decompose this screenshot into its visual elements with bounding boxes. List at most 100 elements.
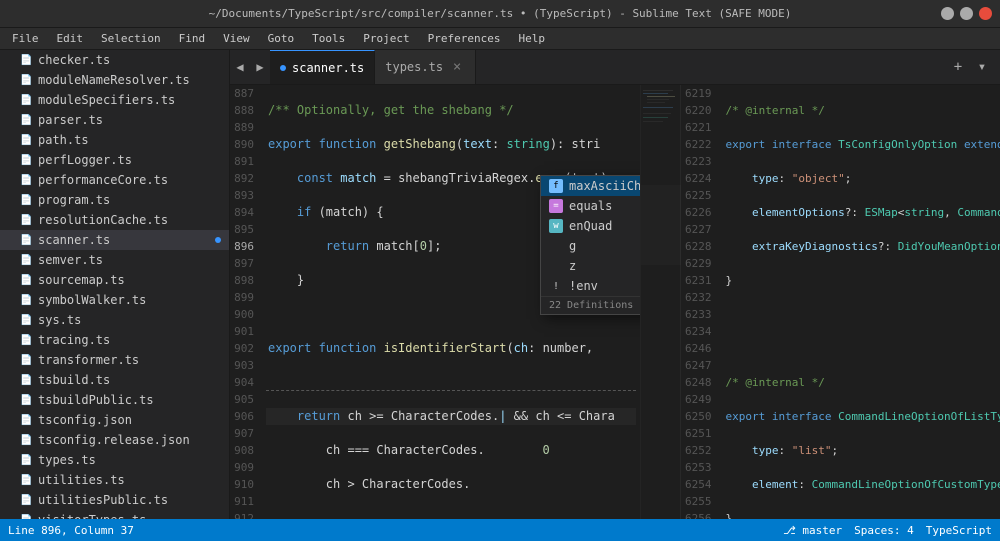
tab-scanner[interactable]: scanner.ts: [270, 50, 375, 85]
sidebar-item-semver[interactable]: 📄 semver.ts: [0, 250, 229, 270]
file-sidebar: 📄 checker.ts 📄 moduleNameResolver.ts 📄 m…: [0, 50, 230, 519]
file-icon: 📄: [20, 395, 34, 406]
file-icon: 📄: [20, 255, 34, 266]
autocomplete-icon-eq: =: [549, 199, 563, 213]
status-language[interactable]: TypeScript: [926, 524, 992, 537]
sidebar-item-sourcemap[interactable]: 📄 sourcemap.ts: [0, 270, 229, 290]
sidebar-item-tsconfig[interactable]: 📄 tsconfig.json: [0, 410, 229, 430]
autocomplete-icon-fn: f: [549, 179, 563, 193]
file-icon: 📄: [20, 175, 34, 186]
sidebar-item-parser[interactable]: 📄 parser.ts: [0, 110, 229, 130]
autocomplete-item-env[interactable]: ! !env #!/usr/bin/env: [541, 276, 640, 296]
sidebar-item-sys[interactable]: 📄 sys.ts: [0, 310, 229, 330]
autocomplete-item-z[interactable]: z: [541, 256, 640, 276]
tab-types[interactable]: types.ts ×: [375, 50, 476, 85]
file-icon: 📄: [20, 335, 34, 346]
autocomplete-icon-shebang: !: [549, 279, 563, 293]
sidebar-item-perflogger[interactable]: 📄 perfLogger.ts: [0, 150, 229, 170]
menu-bar: File Edit Selection Find View Goto Tools…: [0, 28, 1000, 50]
autocomplete-item-equals[interactable]: = equals: [541, 196, 640, 216]
autocomplete-footer: 22 Definitions: [541, 296, 640, 314]
file-icon: 📄: [20, 495, 34, 506]
tab-modified-indicator: [280, 65, 286, 71]
status-cursor-position[interactable]: Line 896, Column 37: [8, 524, 134, 537]
sidebar-item-transformer[interactable]: 📄 transformer.ts: [0, 350, 229, 370]
sidebar-item-program[interactable]: 📄 program.ts: [0, 190, 229, 210]
title-bar: ~/Documents/TypeScript/src/compiler/scan…: [0, 0, 1000, 28]
right-editor-pane: 6219 6220 6221 6222 6223 6224 6225 6226 …: [680, 85, 1000, 519]
autocomplete-item-enquad[interactable]: w enQuad: [541, 216, 640, 236]
status-branch[interactable]: ⎇ master: [783, 524, 842, 537]
line-numbers-right: 6219 6220 6221 6222 6223 6224 6225 6226 …: [681, 85, 720, 519]
file-icon: 📄: [20, 75, 34, 86]
file-icon: 📄: [20, 455, 34, 466]
file-icon: 📄: [20, 375, 34, 386]
sidebar-item-tsbuildpublic[interactable]: 📄 tsbuildPublic.ts: [0, 390, 229, 410]
maximize-button[interactable]: [960, 7, 973, 20]
menu-project[interactable]: Project: [355, 30, 417, 47]
tab-nav-left[interactable]: ◀: [230, 50, 250, 85]
menu-preferences[interactable]: Preferences: [420, 30, 509, 47]
autocomplete-icon-letter: [549, 239, 563, 253]
code-area-right[interactable]: 6219 6220 6221 6222 6223 6224 6225 6226 …: [681, 85, 1000, 519]
line-numbers-left: 887 888 889 890 891 892 893 894 895 896 …: [230, 85, 262, 519]
file-icon: 📄: [20, 95, 34, 106]
sidebar-item-types[interactable]: 📄 types.ts: [0, 450, 229, 470]
status-left: Line 896, Column 37: [8, 524, 134, 537]
file-icon: 📄: [20, 135, 34, 146]
menu-find[interactable]: Find: [171, 30, 214, 47]
menu-goto[interactable]: Goto: [260, 30, 303, 47]
autocomplete-icon-kw: w: [549, 219, 563, 233]
autocomplete-item-g[interactable]: g: [541, 236, 640, 256]
sidebar-item-modulenameresolver[interactable]: 📄 moduleNameResolver.ts: [0, 70, 229, 90]
menu-selection[interactable]: Selection: [93, 30, 169, 47]
left-editor-pane: 887 888 889 890 891 892 893 894 895 896 …: [230, 85, 640, 519]
sidebar-item-scanner[interactable]: 📄 scanner.ts: [0, 230, 229, 250]
menu-file[interactable]: File: [4, 30, 47, 47]
file-icon: 📄: [20, 55, 34, 66]
file-icon: 📄: [20, 195, 34, 206]
autocomplete-icon-letter: [549, 259, 563, 273]
sidebar-item-modulespecifiers[interactable]: 📄 moduleSpecifiers.ts: [0, 90, 229, 110]
status-bar: Line 896, Column 37 ⎇ master Spaces: 4 T…: [0, 519, 1000, 541]
file-icon: 📄: [20, 275, 34, 286]
tab-bar: ◀ ▶ scanner.ts types.ts × + ▾: [230, 50, 1000, 85]
menu-help[interactable]: Help: [510, 30, 553, 47]
sidebar-item-performancecore[interactable]: 📄 performanceCore.ts: [0, 170, 229, 190]
menu-view[interactable]: View: [215, 30, 258, 47]
file-icon: 📄: [20, 215, 34, 226]
close-button[interactable]: [979, 7, 992, 20]
file-icon: 📄: [20, 235, 34, 246]
file-icon: 📄: [20, 295, 34, 306]
sidebar-item-checker[interactable]: 📄 checker.ts: [0, 50, 229, 70]
file-icon: 📄: [20, 315, 34, 326]
file-icon: 📄: [20, 415, 34, 426]
minimize-button[interactable]: [941, 7, 954, 20]
sidebar-item-tsconfig-release[interactable]: 📄 tsconfig.release.json: [0, 430, 229, 450]
file-icon: 📄: [20, 515, 34, 520]
menu-tools[interactable]: Tools: [304, 30, 353, 47]
sidebar-item-tracing[interactable]: 📄 tracing.ts: [0, 330, 229, 350]
file-icon: 📄: [20, 115, 34, 126]
sidebar-item-visitortypes[interactable]: 📄 visitorTypes.ts: [0, 510, 229, 519]
tab-actions: + ▾: [948, 57, 1000, 77]
sidebar-item-utilitiespublic[interactable]: 📄 utilitiesPublic.ts: [0, 490, 229, 510]
status-spaces[interactable]: Spaces: 4: [854, 524, 914, 537]
sidebar-item-symbolwalker[interactable]: 📄 symbolWalker.ts: [0, 290, 229, 310]
sidebar-item-tsbuild[interactable]: 📄 tsbuild.ts: [0, 370, 229, 390]
autocomplete-item-maxasciicharacter[interactable]: f maxAsciiCharacter: [541, 176, 640, 196]
sidebar-item-resolutioncache[interactable]: 📄 resolutionCache.ts: [0, 210, 229, 230]
menu-edit[interactable]: Edit: [49, 30, 92, 47]
code-text-right: /* @internal */ export interface TsConfi…: [720, 85, 1000, 519]
sidebar-item-path[interactable]: 📄 path.ts: [0, 130, 229, 150]
tab-close-button[interactable]: ×: [449, 59, 465, 75]
new-tab-button[interactable]: +: [948, 57, 968, 77]
tab-nav-right[interactable]: ▶: [250, 50, 270, 85]
window-title: ~/Documents/TypeScript/src/compiler/scan…: [209, 7, 792, 20]
file-icon: 📄: [20, 355, 34, 366]
sidebar-item-utilities[interactable]: 📄 utilities.ts: [0, 470, 229, 490]
tab-list-button[interactable]: ▾: [972, 57, 992, 77]
minimap-left: [640, 85, 680, 519]
main-layout: 📄 checker.ts 📄 moduleNameResolver.ts 📄 m…: [0, 50, 1000, 519]
file-icon: 📄: [20, 435, 34, 446]
